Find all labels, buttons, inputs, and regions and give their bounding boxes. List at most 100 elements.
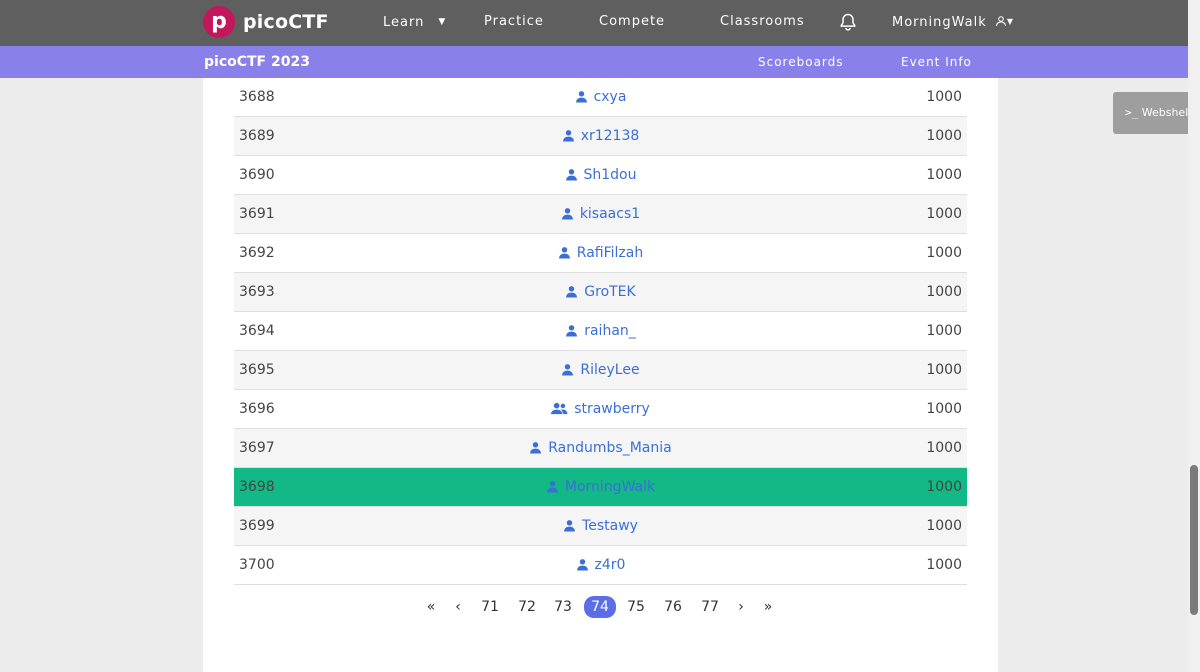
user-icon [576,559,588,571]
page-last-button[interactable]: » [762,596,774,618]
user-icon [565,169,577,181]
caret-down-icon: ▼ [438,17,447,27]
row-player-name: Randumbs_Mania [548,440,672,456]
table-row: 3693 GroTEK 1000 [234,273,967,312]
table-row: 3694 raihan_ 1000 [234,312,967,351]
webshell-label: Webshell [1141,106,1192,119]
user-icon [562,130,574,142]
row-player-link[interactable]: raihan_ [234,312,967,350]
row-score: 1000 [926,323,962,339]
page-button[interactable]: 71 [478,596,502,618]
row-player-name: cxya [593,89,627,105]
picoctf-logo-icon: p [203,6,235,38]
caret-down-icon: ▼ [1006,17,1015,26]
brand-logo[interactable]: p picoCTF [203,6,329,38]
row-player-name: RileyLee [580,362,640,378]
pagination: « ‹ 71 72 73 74 75 76 77 › » [203,596,998,618]
nav-scoreboards[interactable]: Scoreboards [758,46,844,78]
row-score: 1000 [926,128,962,144]
row-player-name: Testawy [582,518,638,534]
row-player-link[interactable]: strawberry [234,390,967,428]
page-button[interactable]: 76 [661,596,685,618]
scoreboard-table: 3688 cxya 1000 3689 xr12138 1000 3690 Sh1dou 100… [234,78,967,585]
row-player-link[interactable]: Sh1dou [234,156,967,194]
nav-classrooms[interactable]: Classrooms [720,0,805,46]
table-row: 3696 strawberry 1000 [234,390,967,429]
row-score: 1000 [926,479,962,495]
bell-icon[interactable] [838,12,858,32]
user-icon [530,442,542,454]
scrollbar-thumb[interactable] [1190,465,1198,615]
row-player-name: RafiFilzah [576,245,644,261]
row-player-link[interactable]: MorningWalk [234,468,967,506]
table-row: 3697 Randumbs_Mania 1000 [234,429,967,468]
user-icon [546,481,558,493]
scoreboard-panel: 3688 cxya 1000 3689 xr12138 1000 3690 Sh1dou 100… [203,78,998,672]
nav-event-info[interactable]: Event Info [901,46,972,78]
user-icon [566,286,578,298]
page-button-active[interactable]: 74 [584,596,616,618]
row-score: 1000 [926,557,962,573]
row-player-link[interactable]: RafiFilzah [234,234,967,272]
row-player-link[interactable]: Randumbs_Mania [234,429,967,467]
row-player-name: GroTEK [584,284,636,300]
row-player-link[interactable]: RileyLee [234,351,967,389]
row-player-link[interactable]: cxya [234,78,967,116]
page-next-button[interactable]: › [736,596,746,618]
page-button[interactable]: 72 [515,596,539,618]
user-icon [561,208,573,220]
user-icon [995,16,1006,27]
table-row: 3688 cxya 1000 [234,78,967,117]
row-score: 1000 [926,245,962,261]
table-row: 3692 RafiFilzah 1000 [234,234,967,273]
user-icon [564,520,575,532]
row-player-link[interactable]: Testawy [234,507,967,545]
row-score: 1000 [926,89,962,105]
page-button[interactable]: 75 [624,596,648,618]
page-button[interactable]: 77 [698,596,722,618]
row-score: 1000 [926,440,962,456]
row-player-link[interactable]: xr12138 [234,117,967,155]
nav-learn[interactable]: Learn ▼ [383,0,446,46]
row-player-link[interactable]: GroTEK [234,273,967,311]
row-player-link[interactable]: kisaacs1 [234,195,967,233]
table-row: 3695 RileyLee 1000 [234,351,967,390]
row-score: 1000 [926,284,962,300]
nav-practice[interactable]: Practice [484,0,544,46]
row-player-name: MorningWalk [564,479,656,495]
page-button[interactable]: 73 [551,596,575,618]
page-prev-button[interactable]: ‹ [453,596,463,618]
nav-username: MorningWalk [892,15,987,30]
table-row: 3699 Testawy 1000 [234,507,967,546]
event-subnav: picoCTF 2023 Scoreboards Event Info [0,46,1200,78]
row-player-name: Sh1dou [583,167,637,183]
user-icon [562,364,574,376]
row-score: 1000 [926,401,962,417]
user-icon [558,247,570,259]
top-navbar: p picoCTF Learn ▼ Practice Compete Classr… [0,0,1200,46]
table-row: 3689 xr12138 1000 [234,117,967,156]
row-score: 1000 [926,362,962,378]
table-row-current-user: 3698 MorningWalk 1000 [234,468,967,507]
table-row: 3700 z4r0 1000 [234,546,967,585]
user-icon [575,91,587,103]
row-score: 1000 [926,518,962,534]
webshell-button[interactable]: >_ Webshell [1113,92,1193,134]
row-player-name: strawberry [574,401,650,417]
row-score: 1000 [926,206,962,222]
nav-compete[interactable]: Compete [599,0,665,46]
row-player-name: raihan_ [584,323,636,339]
row-score: 1000 [926,167,962,183]
page-first-button[interactable]: « [425,596,437,618]
nav-learn-label: Learn [383,15,425,30]
row-player-link[interactable]: z4r0 [234,546,967,584]
table-row: 3691 kisaacs1 1000 [234,195,967,234]
row-player-name: xr12138 [580,128,640,144]
event-title[interactable]: picoCTF 2023 [204,46,310,78]
brand-name: picoCTF [243,11,329,33]
row-player-name: kisaacs1 [579,206,641,222]
row-player-name: z4r0 [594,557,626,573]
nav-user-menu[interactable]: MorningWalk ▼ [892,0,1014,46]
users-icon [551,402,568,415]
terminal-icon: >_ [1125,106,1139,119]
